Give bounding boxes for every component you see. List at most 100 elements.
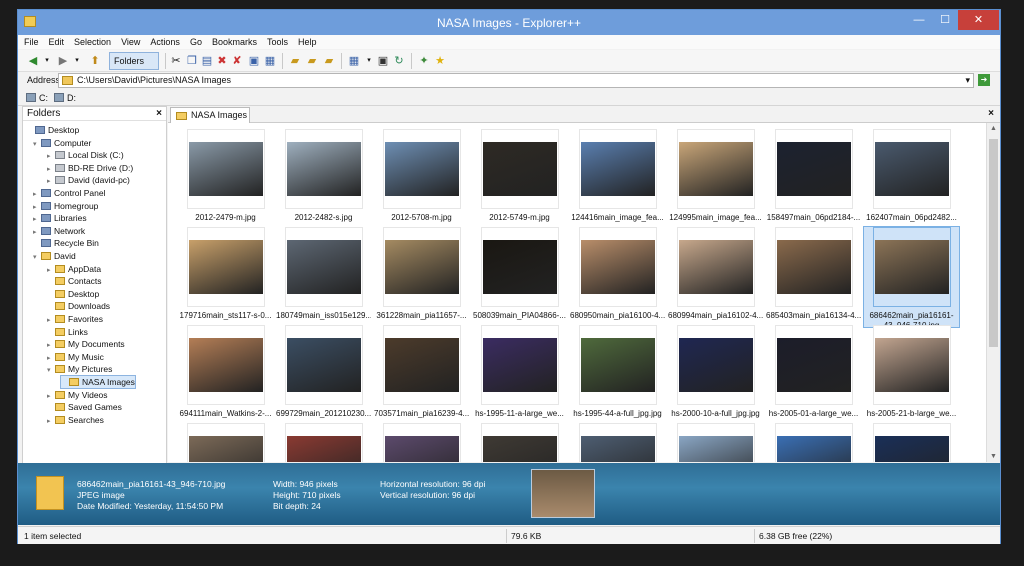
file-item[interactable]: 2012-2482-s.jpg [276, 129, 371, 229]
tree-item-my-videos[interactable]: ▸ My Videos [47, 389, 108, 401]
file-item[interactable]: 179716main_sts117-s-0... [178, 227, 273, 327]
properties-icon[interactable]: ▣ [247, 54, 261, 68]
tree-item-links[interactable]: Links [47, 326, 88, 338]
paste-icon[interactable]: ▤ [200, 54, 214, 68]
copy-to-icon[interactable]: ▰ [305, 54, 319, 68]
tree-expander-icon[interactable]: ▸ [47, 416, 55, 428]
title-bar[interactable]: NASA Images - Explorer++ — ☐ ✕ [18, 10, 1000, 35]
scroll-up-icon[interactable]: ▲ [990, 125, 997, 132]
tree-item-desktop[interactable]: Desktop [27, 124, 79, 136]
up-folder-icon[interactable]: ⬆ [88, 54, 102, 68]
tree-item-recycle-bin[interactable]: Recycle Bin [33, 237, 99, 249]
menu-go[interactable]: Go [190, 35, 202, 49]
file-item[interactable] [472, 423, 567, 462]
bookmarks-star-icon[interactable]: ★ [433, 54, 447, 68]
menu-tools[interactable]: Tools [267, 35, 288, 49]
file-item[interactable]: 699729main_201210230... [276, 325, 371, 425]
file-item[interactable]: hs-2005-01-a-large_we... [766, 325, 861, 425]
menu-selection[interactable]: Selection [74, 35, 111, 49]
file-item[interactable]: 124416main_image_fea... [570, 129, 665, 229]
vertical-scrollbar[interactable]: ▲ ▼ [986, 123, 1000, 462]
back-dropdown-icon[interactable]: ▾ [40, 54, 54, 68]
menu-edit[interactable]: Edit [49, 35, 65, 49]
tree-item-my-pictures[interactable]: ▾ My Pictures [47, 363, 112, 375]
tree-item-searches[interactable]: ▸ Searches [47, 414, 104, 426]
copy-icon[interactable]: ❐ [185, 54, 199, 68]
scroll-down-icon[interactable]: ▼ [990, 453, 997, 460]
refresh-icon[interactable]: ↻ [392, 54, 406, 68]
tab-nasa-images[interactable]: NASA Images [170, 107, 250, 123]
file-item[interactable]: 2012-5708-m.jpg [374, 129, 469, 229]
rename-icon[interactable]: ▦ [263, 54, 277, 68]
forward-icon[interactable]: ▶ [56, 54, 70, 68]
tree-item-david-david-pc[interactable]: ▸ David (david-pc) [47, 174, 130, 186]
file-item[interactable]: hs-2000-10-a-full_jpg.jpg [668, 325, 763, 425]
folders-panel-close-icon[interactable]: × [156, 107, 162, 121]
close-button[interactable]: ✕ [958, 10, 999, 30]
file-item[interactable]: 361228main_pia11657-... [374, 227, 469, 327]
file-item[interactable]: 694111main_Watkins-2-... [178, 325, 273, 425]
tree-item-contacts[interactable]: Contacts [47, 275, 102, 287]
tree-item-saved-games[interactable]: Saved Games [47, 401, 122, 413]
address-dropdown-icon[interactable]: ▾ [965, 74, 970, 87]
drive-c-button[interactable]: C: [26, 92, 48, 104]
go-button[interactable]: ➜ [978, 74, 990, 86]
command-prompt-icon[interactable]: ▣ [376, 54, 390, 68]
menu-bookmarks[interactable]: Bookmarks [212, 35, 257, 49]
file-item[interactable]: 124995main_image_fea... [668, 129, 763, 229]
forward-dropdown-icon[interactable]: ▾ [70, 54, 84, 68]
tree-item-computer[interactable]: ▾ Computer [33, 137, 91, 149]
tree-item-my-documents[interactable]: ▸ My Documents [47, 338, 125, 350]
tree-item-my-music[interactable]: ▸ My Music [47, 351, 104, 363]
file-item[interactable] [374, 423, 469, 462]
file-item[interactable]: 162407main_06pd2482... [864, 129, 959, 229]
file-item[interactable]: 680994main_pia16102-4... [668, 227, 763, 327]
delete-permanently-icon[interactable]: ✘ [230, 54, 244, 68]
file-item[interactable]: hs-1995-44-a-full_jpg.jpg [570, 325, 665, 425]
tree-expander-icon[interactable]: ▾ [33, 252, 41, 264]
back-icon[interactable]: ◀ [26, 54, 40, 68]
tree-item-bd-re-drive-d[interactable]: ▸ BD-RE Drive (D:) [47, 162, 133, 174]
cut-icon[interactable]: ✂ [169, 54, 183, 68]
menu-help[interactable]: Help [298, 35, 317, 49]
maximize-button[interactable]: ☐ [932, 10, 958, 30]
file-item[interactable]: 703571main_pia16239-4... [374, 325, 469, 425]
tab-close-icon[interactable]: × [988, 108, 994, 119]
tree-item-control-panel[interactable]: ▸ Control Panel [33, 187, 106, 199]
views-icon[interactable]: ▦ [347, 54, 361, 68]
file-item[interactable]: 180749main_iss015e129... [276, 227, 371, 327]
file-item[interactable] [864, 423, 959, 462]
drive-d-button[interactable]: D: [54, 92, 76, 104]
file-item[interactable] [178, 423, 273, 462]
file-item[interactable]: 686462main_pia16161-43_946-710.jpg [863, 226, 960, 330]
file-item[interactable] [668, 423, 763, 462]
menu-actions[interactable]: Actions [150, 35, 180, 49]
tree-item-downloads[interactable]: Downloads [47, 300, 110, 312]
folders-button[interactable]: Folders [109, 52, 159, 70]
file-item[interactable] [570, 423, 665, 462]
menu-view[interactable]: View [121, 35, 140, 49]
menu-file[interactable]: File [24, 35, 39, 49]
file-item[interactable]: 508039main_PIA04866-... [472, 227, 567, 327]
tree-item-favorites[interactable]: ▸ Favorites [47, 313, 103, 325]
tree-item-libraries[interactable]: ▸ Libraries [33, 212, 87, 224]
file-item[interactable]: 685403main_pia16134-4... [766, 227, 861, 327]
file-item[interactable]: hs-1995-11-a-large_we... [472, 325, 567, 425]
file-item[interactable]: 2012-2479-m.jpg [178, 129, 273, 229]
tree-item-nasa-images[interactable]: NASA Images [60, 375, 136, 389]
tree-expander-icon[interactable]: ▾ [33, 139, 41, 151]
move-to-icon[interactable]: ▰ [322, 54, 336, 68]
file-item[interactable]: 158497main_06pd2184-... [766, 129, 861, 229]
address-input[interactable]: C:\Users\David\Pictures\NASA Images ▾ [58, 73, 974, 88]
tree-item-local-disk-c[interactable]: ▸ Local Disk (C:) [47, 149, 124, 161]
views-dropdown-icon[interactable]: ▾ [362, 54, 376, 68]
tree-item-david[interactable]: ▾ David [33, 250, 76, 262]
delete-icon[interactable]: ✖ [215, 54, 229, 68]
add-bookmark-icon[interactable]: ✦ [417, 54, 431, 68]
file-item[interactable] [766, 423, 861, 462]
tree-item-network[interactable]: ▸ Network [33, 225, 85, 237]
new-folder-icon[interactable]: ▰ [288, 54, 302, 68]
file-item[interactable]: 680950main_pia16100-4... [570, 227, 665, 327]
tree-item-desktop[interactable]: Desktop [47, 288, 99, 300]
file-item[interactable] [276, 423, 371, 462]
